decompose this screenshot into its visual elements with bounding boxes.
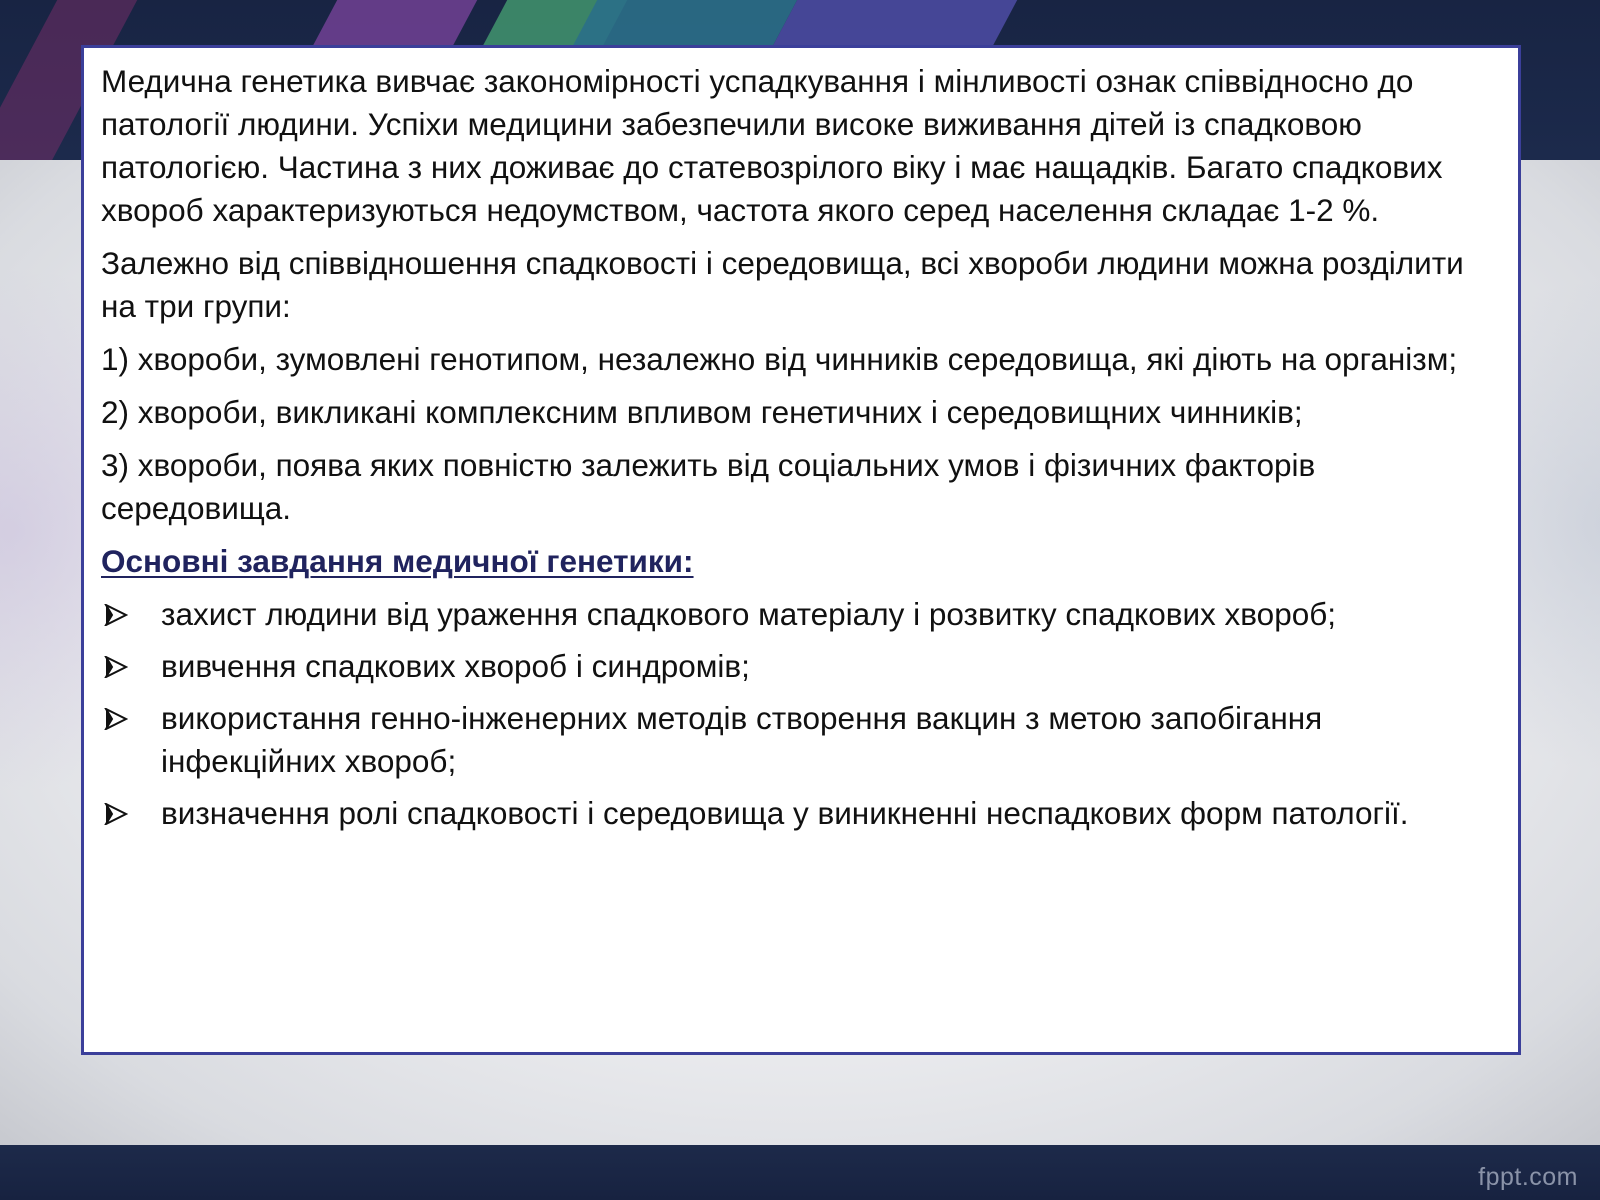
intro-paragraph: Медична генетика вивчає закономірності у… <box>101 63 1443 228</box>
group-2-paragraph: 2) хвороби, викликані комплексним впливо… <box>101 394 1303 430</box>
bottom-banner: fppt.com <box>0 1145 1600 1200</box>
task-text: використання генно-інженерних методів ст… <box>161 700 1323 779</box>
arrowhead-bullet-icon <box>101 645 131 688</box>
arrowhead-bullet-icon <box>101 792 131 835</box>
task-text: захист людини від ураження спадкового ма… <box>161 596 1337 632</box>
tasks-heading: Основні завдання медичної генетики: <box>101 543 694 579</box>
list-item: використання генно-інженерних методів ст… <box>101 697 1498 783</box>
tasks-list: захист людини від ураження спадкового ма… <box>101 593 1498 835</box>
list-item: визначення ролі спадковості і середовища… <box>101 792 1498 835</box>
group-1-paragraph: 1) хвороби, зумовлені генотипом, незалеж… <box>101 341 1458 377</box>
groups-intro-paragraph: Залежно від співвідношення спадковості і… <box>101 245 1464 324</box>
list-item: вивчення спадкових хвороб і синдромів; <box>101 645 1498 688</box>
list-item: захист людини від ураження спадкового ма… <box>101 593 1498 636</box>
brand-watermark: fppt.com <box>1478 1163 1578 1191</box>
arrowhead-bullet-icon <box>101 697 131 740</box>
group-3-paragraph: 3) хвороби, поява яких повністю залежить… <box>101 447 1316 526</box>
content-box: Медична генетика вивчає закономірності у… <box>81 45 1521 1055</box>
arrowhead-bullet-icon <box>101 593 131 636</box>
task-text: визначення ролі спадковості і середовища… <box>161 795 1409 831</box>
task-text: вивчення спадкових хвороб і синдромів; <box>161 648 750 684</box>
